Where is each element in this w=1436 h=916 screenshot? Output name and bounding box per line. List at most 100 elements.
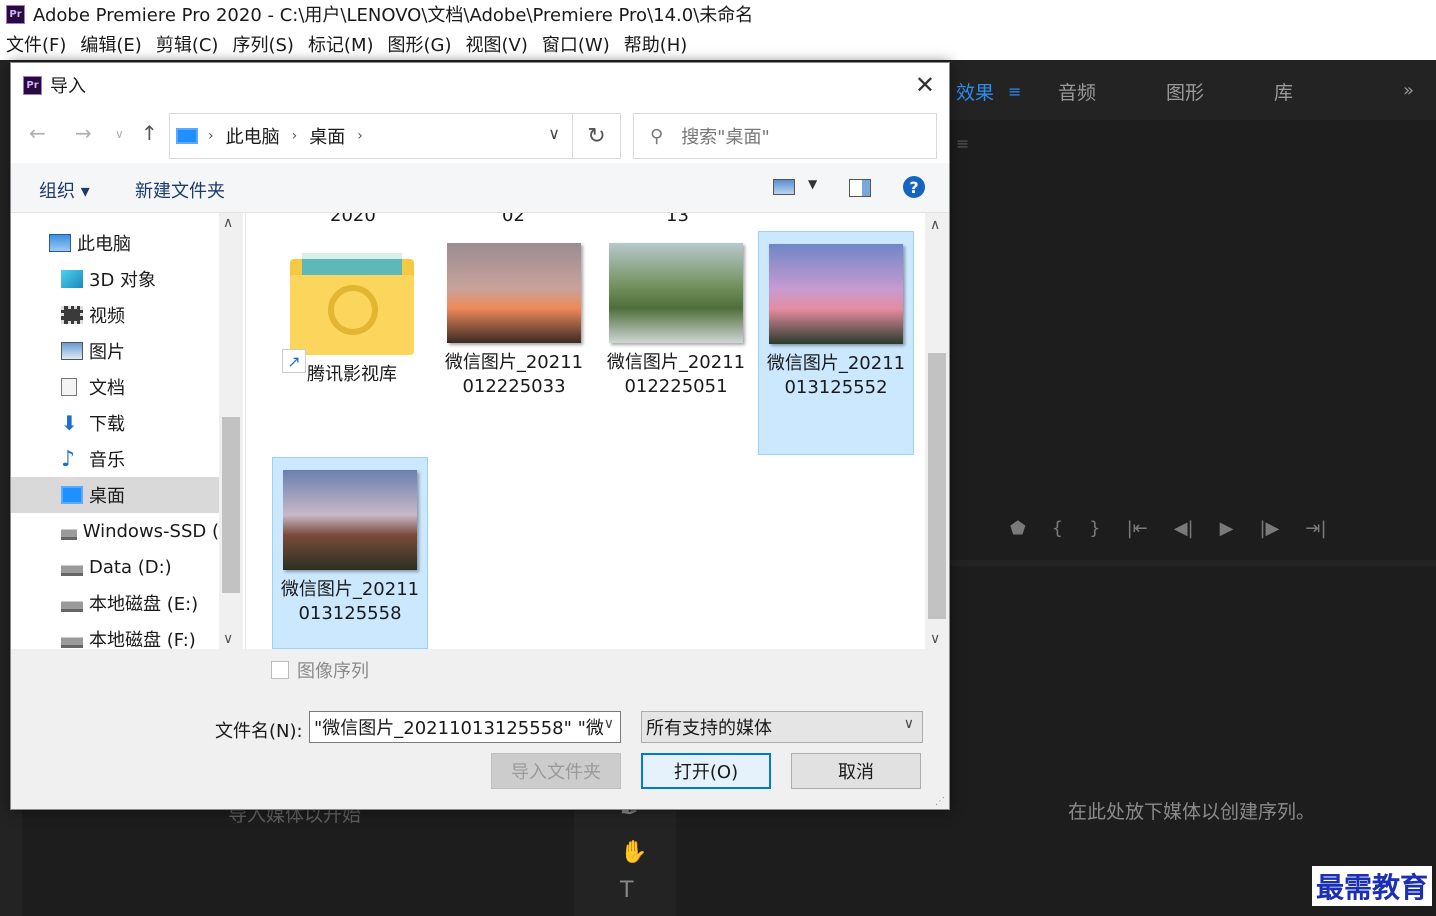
scroll-up-icon[interactable]: ∧ — [223, 215, 233, 231]
tree-item-downloads[interactable]: ⬇ 下载 — [11, 405, 219, 441]
premiere-logo-icon: Pr — [6, 4, 25, 24]
search-box[interactable]: ⚲ 搜索"桌面" — [633, 113, 937, 159]
view-mode-icon[interactable] — [773, 179, 795, 195]
tree-item-documents[interactable]: 文档 — [11, 369, 219, 405]
tree-item-desktop[interactable]: 桌面 — [11, 477, 219, 513]
scroll-down-icon[interactable]: ∨ — [223, 631, 233, 647]
image-sequence-checkbox[interactable] — [271, 661, 289, 679]
file-label: 微信图片_20211013125552 — [766, 353, 906, 398]
file-type-value: 所有支持的媒体 — [646, 718, 772, 739]
file-tile-image-125558[interactable]: 微信图片_20211013125558 — [272, 457, 428, 649]
window-title: Adobe Premiere Pro 2020 - C:\用户\LENOVO\文… — [33, 5, 754, 26]
desktop-icon — [61, 486, 83, 504]
file-tile-image-225033[interactable]: 微信图片_20211012225033 — [436, 231, 592, 403]
premiere-logo-icon: Pr — [23, 75, 42, 95]
go-to-in-icon[interactable]: |⇤ — [1127, 518, 1148, 539]
menu-edit[interactable]: 编辑(E) — [80, 31, 141, 57]
tree-item-pictures[interactable]: 图片 — [11, 333, 219, 369]
step-forward-icon[interactable]: |▶ — [1259, 518, 1279, 539]
cancel-button[interactable]: 取消 — [791, 753, 921, 789]
file-label: 微信图片_20211012225051 — [606, 352, 746, 397]
tree-item-data-d[interactable]: Data (D:) — [11, 549, 219, 585]
tree-item-music[interactable]: ♪ 音乐 — [11, 441, 219, 477]
file-type-select[interactable]: 所有支持的媒体 ∨ — [641, 711, 923, 743]
tree-item-windows-ssd[interactable]: Windows-SSD ( — [11, 513, 219, 549]
folder-icon: ↗ — [282, 251, 414, 373]
view-dropdown-icon[interactable]: ▼ — [808, 177, 817, 191]
music-icon: ♪ — [61, 446, 76, 472]
breadcrumb-this-pc[interactable]: 此电脑 — [226, 123, 280, 149]
tab-effects[interactable]: 效果 — [948, 78, 1008, 105]
chevron-down-icon[interactable]: ∨ — [904, 716, 914, 732]
marker-icon[interactable]: ⬟ — [1010, 518, 1026, 539]
tree-item-local-e[interactable]: 本地磁盘 (E:) — [11, 585, 219, 621]
address-bar[interactable]: › 此电脑 › 桌面 › ∨ ↻ — [169, 113, 621, 159]
hand-tool-icon[interactable]: ✋ — [620, 840, 647, 865]
menu-window[interactable]: 窗口(W) — [542, 31, 610, 57]
shortcut-arrow-icon: ↗ — [282, 349, 306, 373]
tab-audio[interactable]: 音频 — [1058, 78, 1166, 105]
scroll-down-icon[interactable]: ∨ — [930, 631, 940, 647]
help-icon[interactable]: ? — [903, 176, 925, 198]
back-icon[interactable]: ← — [29, 121, 46, 145]
step-back-icon[interactable]: ◀| — [1174, 518, 1194, 539]
forward-icon[interactable]: → — [75, 121, 92, 145]
search-icon: ⚲ — [650, 125, 664, 147]
file-tile-image-225051[interactable]: 微信图片_20211012225051 — [598, 231, 754, 403]
mark-in-icon[interactable]: { — [1052, 518, 1063, 539]
more-tabs-icon[interactable]: » — [1403, 80, 1414, 101]
panel-menu-icon[interactable]: ≡ — [956, 134, 969, 153]
import-folder-button[interactable]: 导入文件夹 — [491, 753, 621, 789]
close-icon[interactable]: ✕ — [915, 71, 935, 99]
organize-button[interactable]: 组织 ▾ — [39, 177, 90, 203]
menu-graphics[interactable]: 图形(G) — [388, 31, 452, 57]
tab-library[interactable]: 库 — [1274, 78, 1382, 105]
recent-chevron-down-icon[interactable]: ∨ — [115, 127, 124, 141]
refresh-icon[interactable]: ↻ — [572, 114, 620, 158]
tree-item-3d-objects[interactable]: 3D 对象 — [11, 261, 219, 297]
tree-scrollbar[interactable]: ∧ ∨ — [219, 213, 243, 649]
menu-file[interactable]: 文件(F) — [6, 31, 66, 57]
dialog-title: 导入 — [50, 76, 86, 97]
chevron-right-icon[interactable]: › — [292, 128, 298, 144]
menu-view[interactable]: 视图(V) — [466, 31, 528, 57]
files-scrollbar[interactable]: ∧ ∨ — [925, 213, 949, 649]
play-icon[interactable]: ▶ — [1220, 518, 1234, 539]
new-folder-button[interactable]: 新建文件夹 — [135, 177, 225, 203]
type-tool-icon[interactable]: T — [620, 878, 633, 903]
breadcrumb-desktop[interactable]: 桌面 — [309, 123, 345, 149]
menu-sequence[interactable]: 序列(S) — [232, 31, 293, 57]
filename-value: "微信图片_20211013125558" "微 — [314, 718, 604, 739]
search-placeholder: 搜索"桌面" — [681, 127, 770, 148]
computer-icon — [176, 128, 198, 144]
document-icon — [61, 378, 77, 396]
image-thumbnail — [283, 470, 417, 570]
tab-menu-icon[interactable]: ≡ — [1008, 82, 1058, 101]
resize-grip-icon[interactable]: ⋰ — [935, 796, 945, 807]
dialog-titlebar: Pr 导入 ✕ — [11, 63, 949, 107]
menu-clip[interactable]: 剪辑(C) — [156, 31, 219, 57]
chevron-down-icon[interactable]: ∨ — [603, 716, 614, 732]
tree-item-local-f[interactable]: 本地磁盘 (F:) — [11, 621, 219, 649]
file-tile-tencent-folder[interactable]: ↗ 腾讯影视库 — [274, 231, 430, 391]
scroll-up-icon[interactable]: ∧ — [930, 217, 940, 233]
menu-help[interactable]: 帮助(H) — [624, 31, 688, 57]
picture-icon — [61, 342, 83, 360]
tree-item-videos[interactable]: 视频 — [11, 297, 219, 333]
address-dropdown-icon[interactable]: ∨ — [548, 124, 560, 143]
go-to-out-icon[interactable]: ⇥| — [1305, 518, 1326, 539]
drive-icon — [61, 594, 83, 612]
mark-out-icon[interactable]: } — [1089, 518, 1100, 539]
tree-item-this-pc[interactable]: 此电脑 — [11, 225, 219, 261]
tree-scroll-thumb[interactable] — [222, 417, 240, 593]
chevron-right-icon[interactable]: › — [357, 128, 363, 144]
file-tile-image-125552[interactable]: 微信图片_20211013125552 — [758, 231, 914, 455]
preview-pane-icon[interactable] — [849, 179, 871, 197]
menu-marker[interactable]: 标记(M) — [308, 31, 374, 57]
tab-graphics[interactable]: 图形 — [1166, 78, 1274, 105]
filename-input[interactable]: "微信图片_20211013125558" "微 ∨ — [309, 711, 621, 743]
files-scroll-thumb[interactable] — [928, 353, 946, 619]
up-arrow-icon[interactable]: ↑ — [141, 121, 158, 145]
chevron-right-icon[interactable]: › — [208, 128, 214, 144]
open-button[interactable]: 打开(O) — [641, 753, 771, 789]
